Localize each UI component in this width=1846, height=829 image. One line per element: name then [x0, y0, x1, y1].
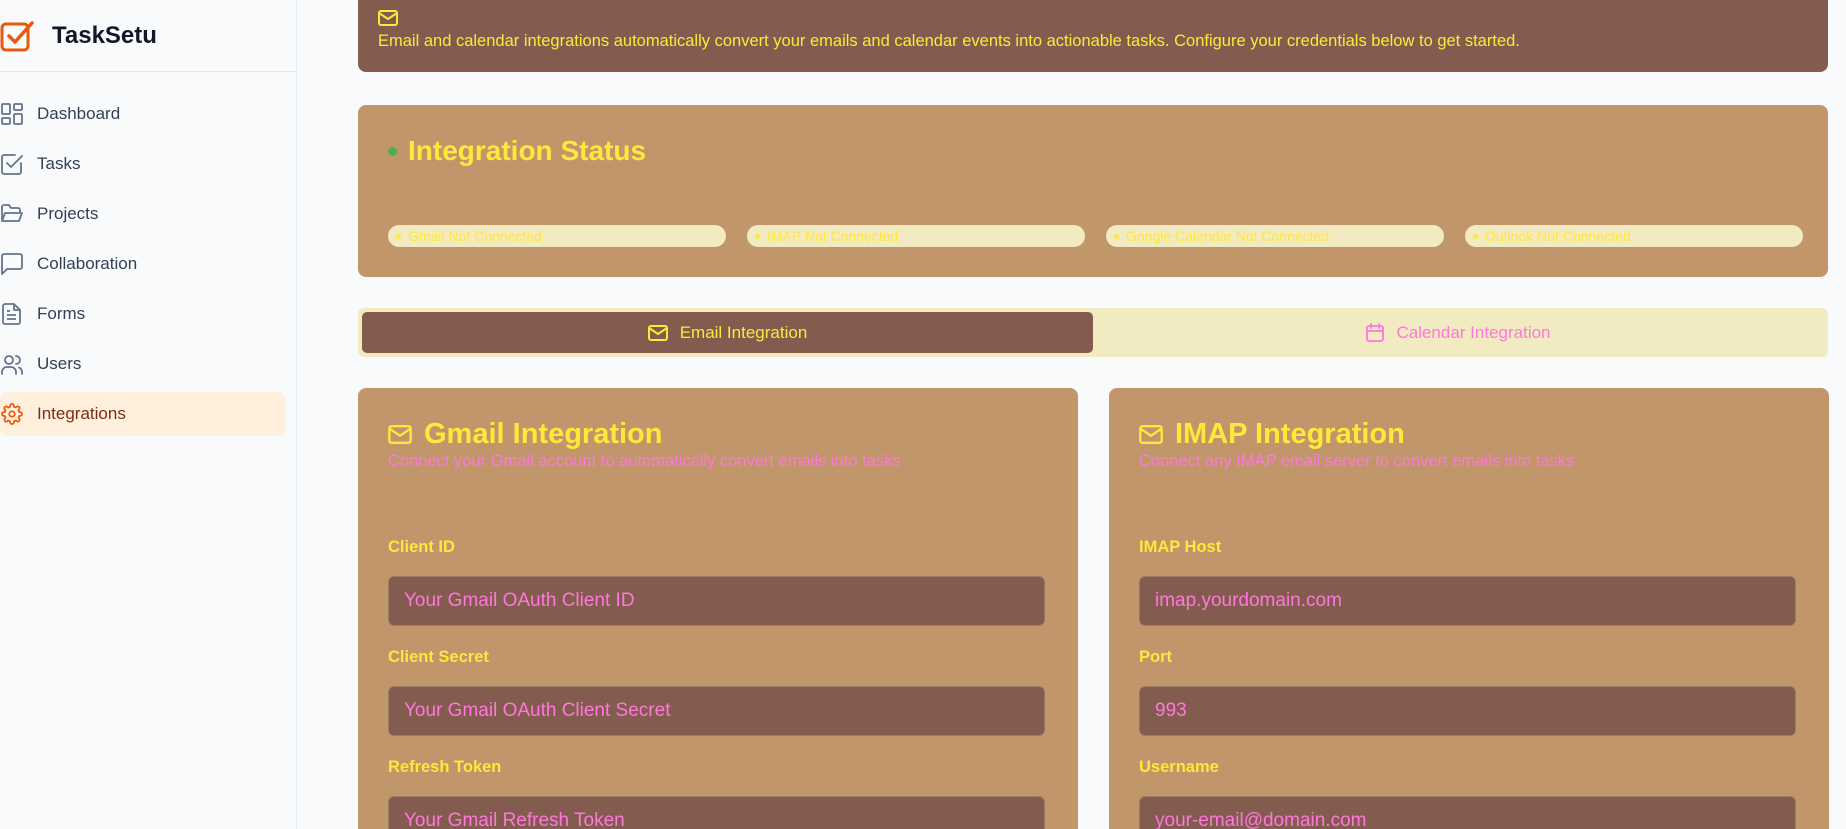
check-square-logo-icon	[0, 18, 36, 54]
sidebar-item-label: Integrations	[37, 404, 126, 423]
sidebar: TaskSetu Dashboard Tasks Projects Collab…	[0, 0, 297, 829]
integration-tabs: Email Integration Calendar Integration	[358, 308, 1828, 357]
mail-icon	[378, 10, 1808, 28]
sidebar-item-label: Tasks	[37, 154, 81, 173]
status-badge-outlook: Outlook Not Connected	[1465, 225, 1803, 247]
sidebar-item-collaboration[interactable]: Collaboration	[0, 242, 286, 286]
mail-icon	[647, 324, 668, 341]
gmail-card-subtitle: Connect your Gmail account to automatica…	[388, 452, 901, 470]
sidebar-item-label: Users	[37, 354, 82, 373]
info-banner: Email and calendar integrations automati…	[358, 0, 1828, 72]
sidebar-nav: Dashboard Tasks Projects Collaboration F…	[0, 72, 296, 436]
client-id-input[interactable]: Your Gmail OAuth Client ID	[388, 576, 1045, 626]
status-badge-imap: IMAP Not Connected	[747, 225, 1085, 247]
users-icon	[0, 352, 24, 376]
imap-host-label: IMAP Host	[1139, 538, 1222, 556]
sidebar-item-label: Projects	[37, 204, 99, 223]
sidebar-item-label: Collaboration	[37, 254, 138, 273]
sidebar-item-projects[interactable]: Projects	[0, 192, 286, 236]
dashboard-icon	[0, 102, 24, 126]
gmail-integration-card: Gmail Integration Connect your Gmail acc…	[358, 388, 1078, 829]
imap-integration-card: IMAP Integration Connect any IMAP email …	[1109, 388, 1829, 829]
port-input[interactable]: 993	[1139, 686, 1796, 736]
status-dot-icon	[388, 146, 397, 156]
client-secret-field: Client Secret Your Gmail OAuth Client Se…	[388, 648, 1045, 736]
integration-status-title: Integration Status	[388, 135, 646, 167]
refresh-token-field: Refresh Token Your Gmail Refresh Token	[388, 758, 1045, 829]
status-badge-text: Gmail Not Connected	[408, 228, 542, 244]
imap-host-field: IMAP Host imap.yourdomain.com	[1139, 538, 1796, 626]
brand[interactable]: TaskSetu	[0, 0, 296, 72]
file-text-icon	[0, 302, 24, 326]
client-id-field: Client ID Your Gmail OAuth Client ID	[388, 538, 1045, 626]
status-dot-icon	[755, 233, 760, 239]
username-label: Username	[1139, 758, 1219, 776]
client-id-label: Client ID	[388, 538, 455, 556]
mail-icon	[388, 425, 412, 444]
tab-label: Email Integration	[679, 322, 808, 342]
refresh-token-input[interactable]: Your Gmail Refresh Token	[388, 796, 1045, 829]
sidebar-item-label: Forms	[37, 304, 86, 323]
client-secret-input[interactable]: Your Gmail OAuth Client Secret	[388, 686, 1045, 736]
imap-card-title: IMAP Integration	[1139, 418, 1405, 451]
tab-calendar-integration[interactable]: Calendar Integration	[1093, 312, 1824, 353]
client-secret-label: Client Secret	[388, 648, 489, 666]
refresh-token-label: Refresh Token	[388, 758, 502, 776]
status-pills: Gmail Not Connected IMAP Not Connected G…	[388, 225, 1803, 247]
status-badge-gmail: Gmail Not Connected	[388, 225, 726, 247]
gear-icon	[0, 402, 24, 426]
status-badge-text: Google Calendar Not Connected	[1126, 228, 1330, 244]
status-dot-icon	[396, 233, 401, 239]
sidebar-item-tasks[interactable]: Tasks	[0, 142, 286, 186]
status-badge-google-calendar: Google Calendar Not Connected	[1106, 225, 1444, 247]
status-dot-icon	[1114, 233, 1119, 239]
sidebar-item-integrations[interactable]: Integrations	[0, 392, 286, 436]
check-square-icon	[0, 152, 24, 176]
port-field: Port 993	[1139, 648, 1796, 736]
port-label: Port	[1139, 648, 1172, 666]
integration-status-card: Integration Status Gmail Not Connected I…	[358, 105, 1828, 277]
folder-open-icon	[0, 202, 24, 226]
banner-text: Email and calendar integrations automati…	[378, 32, 1520, 50]
mail-icon	[1139, 425, 1163, 444]
tab-label: Calendar Integration	[1396, 322, 1551, 342]
status-badge-text: Outlook Not Connected	[1485, 228, 1631, 244]
brand-name: TaskSetu	[52, 21, 157, 49]
imap-title-text: IMAP Integration	[1175, 418, 1405, 450]
status-title-text: Integration Status	[408, 135, 647, 166]
tab-email-integration[interactable]: Email Integration	[362, 312, 1093, 353]
sidebar-item-forms[interactable]: Forms	[0, 292, 286, 336]
sidebar-item-dashboard[interactable]: Dashboard	[0, 92, 286, 136]
calendar-icon	[1366, 323, 1385, 342]
gmail-card-title: Gmail Integration	[388, 418, 662, 451]
status-badge-text: IMAP Not Connected	[767, 228, 899, 244]
username-input[interactable]: your-email@domain.com	[1139, 796, 1796, 829]
status-dot-icon	[1473, 233, 1478, 239]
main-content: Email and calendar integrations automati…	[297, 0, 1846, 829]
imap-card-subtitle: Connect any IMAP email server to convert…	[1139, 452, 1575, 470]
imap-host-input[interactable]: imap.yourdomain.com	[1139, 576, 1796, 626]
username-field: Username your-email@domain.com	[1139, 758, 1796, 829]
message-square-icon	[0, 252, 24, 276]
sidebar-item-label: Dashboard	[37, 104, 121, 123]
gmail-title-text: Gmail Integration	[424, 418, 663, 450]
sidebar-item-users[interactable]: Users	[0, 342, 286, 386]
